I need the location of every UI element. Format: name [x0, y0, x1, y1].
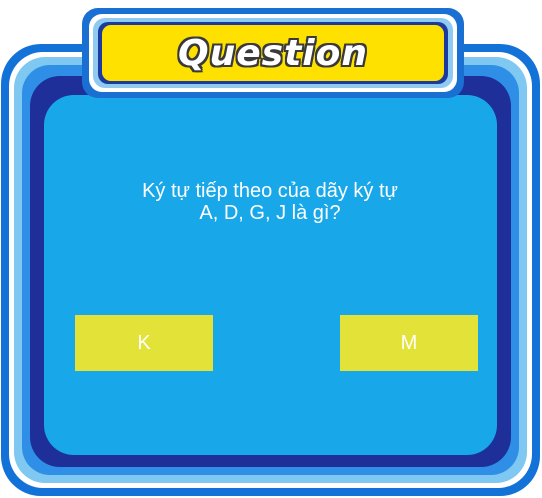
question-line: A, D, G, J là gì?	[199, 202, 341, 224]
page-title: Question	[178, 32, 368, 74]
answer-button-k[interactable]: K	[75, 315, 213, 371]
quiz-screen: Question Ký tự tiếp theo của dãy ký tự A…	[0, 0, 542, 498]
answer-button-m[interactable]: M	[340, 315, 478, 371]
question-panel	[44, 95, 497, 455]
question-text: Ký tự tiếp theo của dãy ký tự A, D, G, J…	[60, 180, 480, 224]
question-line: Ký tự tiếp theo của dãy ký tự	[142, 180, 398, 202]
